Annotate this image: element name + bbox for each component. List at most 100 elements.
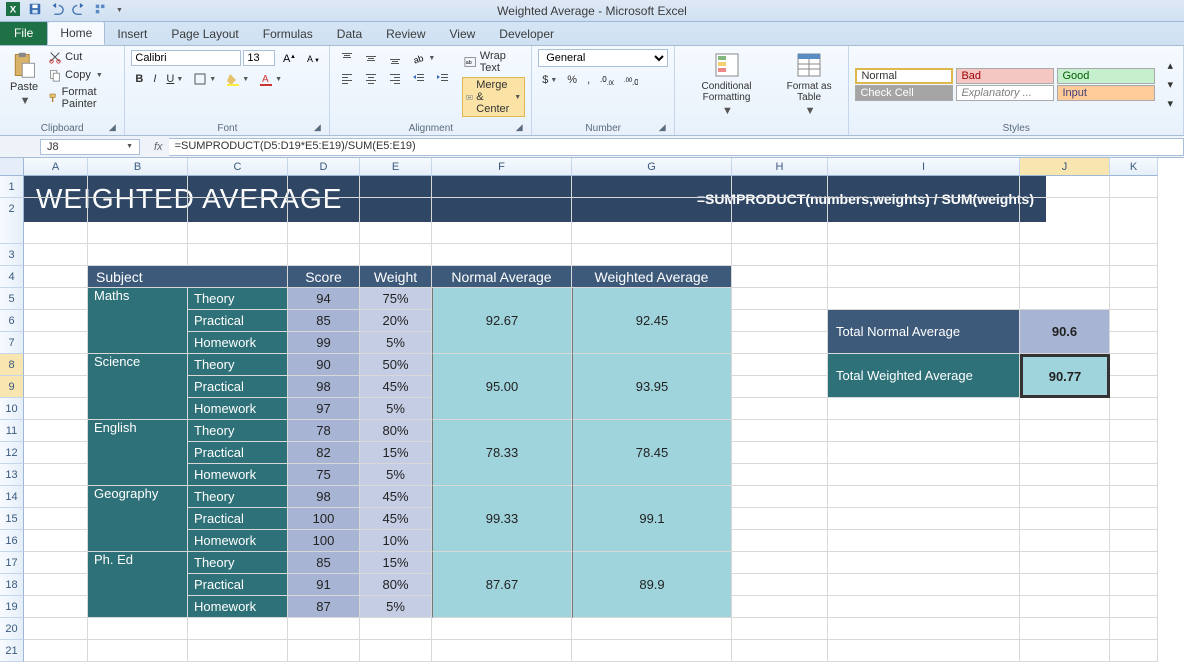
cell-G20[interactable] [572,618,732,640]
cell-I21[interactable] [828,640,1020,662]
cell-E3[interactable] [360,244,432,266]
cell-H5[interactable] [732,288,828,310]
cell-B21[interactable] [88,640,188,662]
row-header-2[interactable]: 2 [0,198,24,244]
format-painter-button[interactable]: Format Painter [46,85,118,111]
cell-J12[interactable] [1020,442,1110,464]
qat-dropdown-icon[interactable]: ▼ [116,7,123,14]
conditional-formatting-button[interactable]: Conditional Formatting▼ [681,49,772,119]
style-normal[interactable]: Normal [855,68,953,84]
select-all-corner[interactable] [0,158,24,176]
cell-I4[interactable] [828,266,1020,288]
cell-J11[interactable] [1020,420,1110,442]
styles-scroll-down-icon[interactable]: ▾ [1163,76,1177,93]
cell-G2[interactable] [572,198,732,244]
row-header-20[interactable]: 20 [0,618,24,640]
cell-K17[interactable] [1110,552,1158,574]
cell-I1[interactable] [828,176,1020,198]
row-header-4[interactable]: 4 [0,266,24,288]
cell-A18[interactable] [24,574,88,596]
cell-H17[interactable] [732,552,828,574]
cell-A13[interactable] [24,464,88,486]
cell-H10[interactable] [732,398,828,420]
cell-I13[interactable] [828,464,1020,486]
undo-icon[interactable] [48,1,66,20]
cell-K13[interactable] [1110,464,1158,486]
row-header-9[interactable]: 9 [0,376,24,398]
cell-I5[interactable] [828,288,1020,310]
cell-A8[interactable] [24,354,88,376]
align-right-icon[interactable] [384,69,406,87]
cell-E20[interactable] [360,618,432,640]
cell-H4[interactable] [732,266,828,288]
formula-input[interactable]: =SUMPRODUCT(D5:D19*E5:E19)/SUM(E5:E19) [169,138,1184,156]
increase-indent-icon[interactable] [432,69,454,87]
cell-A5[interactable] [24,288,88,310]
col-header-E[interactable]: E [360,158,432,176]
style-good[interactable]: Good [1057,68,1155,84]
cell-A15[interactable] [24,508,88,530]
cell-A17[interactable] [24,552,88,574]
cell-A14[interactable] [24,486,88,508]
increase-font-icon[interactable]: A▲ [277,49,299,67]
row-header-7[interactable]: 7 [0,332,24,354]
styles-more-icon[interactable]: ▾ [1163,95,1177,112]
row-header-8[interactable]: 8 [0,354,24,376]
qat-custom-icon[interactable] [92,1,110,20]
style-bad[interactable]: Bad [956,68,1054,84]
name-box[interactable]: J8▼ [40,139,140,155]
cell-J20[interactable] [1020,618,1110,640]
view-tab[interactable]: View [438,23,488,45]
cell-H7[interactable] [732,332,828,354]
cell-A21[interactable] [24,640,88,662]
cell-H6[interactable] [732,310,828,332]
align-bottom-icon[interactable] [384,49,406,67]
decrease-indent-icon[interactable] [408,69,430,87]
cell-I18[interactable] [828,574,1020,596]
cell-A19[interactable] [24,596,88,618]
cell-J21[interactable] [1020,640,1110,662]
increase-decimal-icon[interactable]: .0.00 [596,71,618,89]
cell-A3[interactable] [24,244,88,266]
decrease-decimal-icon[interactable]: .00.0 [620,71,642,89]
currency-icon[interactable]: $▼ [538,72,561,88]
border-button[interactable]: ▼ [189,70,220,88]
cell-J14[interactable] [1020,486,1110,508]
font-size-combo[interactable] [243,50,275,66]
align-top-icon[interactable] [336,49,358,67]
cell-I20[interactable] [828,618,1020,640]
style-check-cell[interactable]: Check Cell [855,85,953,101]
cell-I10[interactable] [828,398,1020,420]
cell-H3[interactable] [732,244,828,266]
cell-K16[interactable] [1110,530,1158,552]
styles-scroll-up-icon[interactable]: ▴ [1163,57,1177,74]
col-header-A[interactable]: A [24,158,88,176]
cell-K4[interactable] [1110,266,1158,288]
bold-button[interactable]: B [131,71,147,87]
file-tab[interactable]: File [0,21,47,45]
align-middle-icon[interactable] [360,49,382,67]
cell-D3[interactable] [288,244,360,266]
row-header-10[interactable]: 10 [0,398,24,420]
cell-I19[interactable] [828,596,1020,618]
row-header-13[interactable]: 13 [0,464,24,486]
cell-J18[interactable] [1020,574,1110,596]
font-launcher-icon[interactable]: ◢ [311,122,323,134]
cell-A7[interactable] [24,332,88,354]
cell-I16[interactable] [828,530,1020,552]
cell-J5[interactable] [1020,288,1110,310]
col-header-D[interactable]: D [288,158,360,176]
col-header-J[interactable]: J [1020,158,1110,176]
cell-K1[interactable] [1110,176,1158,198]
row-header-6[interactable]: 6 [0,310,24,332]
cell-I12[interactable] [828,442,1020,464]
cell-G1[interactable] [572,176,732,198]
cell-K5[interactable] [1110,288,1158,310]
cell-J2[interactable] [1020,198,1110,244]
clipboard-launcher-icon[interactable]: ◢ [106,122,118,134]
cell-K19[interactable] [1110,596,1158,618]
cell-G3[interactable] [572,244,732,266]
cell-F3[interactable] [432,244,572,266]
cell-J4[interactable] [1020,266,1110,288]
cell-H16[interactable] [732,530,828,552]
